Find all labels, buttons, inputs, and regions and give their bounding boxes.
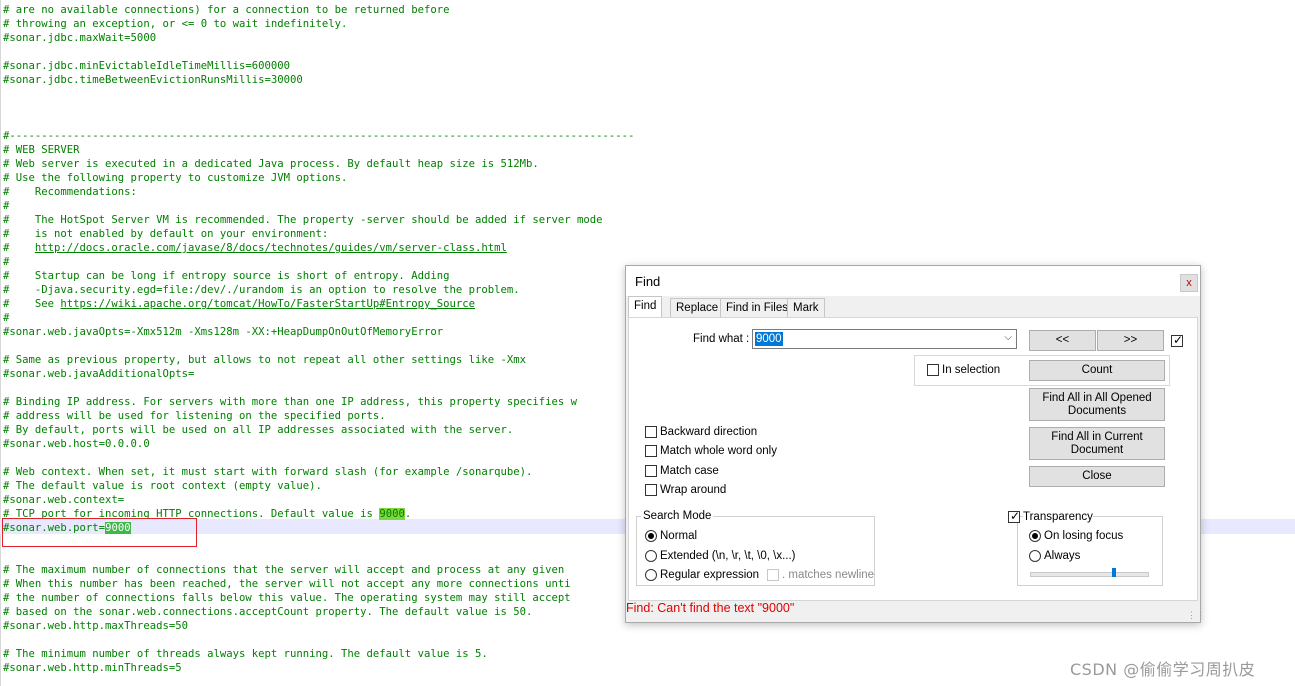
- code-line[interactable]: # The HotSpot Server VM is recommended. …: [3, 213, 603, 227]
- match-case-checkbox[interactable]: [645, 465, 657, 477]
- match-whole-word-label: Match whole word only: [660, 445, 777, 457]
- backward-direction-checkbox[interactable]: [645, 426, 657, 438]
- transparency-label: Transparency: [1023, 511, 1093, 523]
- code-text: # See: [3, 298, 61, 310]
- find-all-current-line1: Find All in Current: [1051, 430, 1143, 443]
- tab-replace[interactable]: Replace: [670, 298, 725, 318]
- code-line[interactable]: # The minimum number of threads always k…: [3, 647, 488, 661]
- find-all-opened-line2: Documents: [1067, 404, 1127, 417]
- code-line[interactable]: #sonar.web.javaAdditionalOpts=: [3, 367, 194, 381]
- find-what-input[interactable]: 9000 ⌵: [752, 329, 1017, 349]
- code-line[interactable]: #sonar.web.context=: [3, 493, 124, 507]
- match-whole-word-checkbox[interactable]: [645, 445, 657, 457]
- code-line[interactable]: # is not enabled by default on your envi…: [3, 227, 328, 241]
- matches-newline-checkbox[interactable]: [767, 569, 779, 581]
- status-message: Find: Can't find the text "9000": [626, 601, 795, 615]
- find-all-opened-button[interactable]: Find All in All Opened Documents: [1029, 388, 1165, 421]
- code-line[interactable]: # address will be used for listening on …: [3, 409, 386, 423]
- tab-mark[interactable]: Mark: [787, 298, 825, 318]
- mode-regex-label: Regular expression: [660, 569, 760, 581]
- search-match-highlight: 9000: [379, 508, 405, 520]
- code-line[interactable]: # The default value is root context (emp…: [3, 479, 322, 493]
- wrap-around-label: Wrap around: [660, 484, 727, 496]
- code-text: #: [3, 242, 35, 254]
- code-line[interactable]: # Use the following property to customiz…: [3, 171, 347, 185]
- tab-find[interactable]: Find: [628, 296, 663, 319]
- code-line[interactable]: # Binding IP address. For servers with m…: [3, 395, 577, 409]
- code-line[interactable]: # Web server is executed in a dedicated …: [3, 157, 539, 171]
- code-text: .: [404, 508, 412, 520]
- code-line[interactable]: # throwing an exception, or <= 0 to wait…: [3, 17, 347, 31]
- code-line[interactable]: #: [3, 255, 9, 269]
- two-buttons-mode-checkbox[interactable]: [1171, 333, 1183, 347]
- code-line[interactable]: #sonar.web.javaOpts=-Xmx512m -Xms128m -X…: [3, 325, 443, 339]
- code-line[interactable]: # Web context. When set, it must start w…: [3, 465, 532, 479]
- oracle-docs-link[interactable]: http://docs.oracle.com/javase/8/docs/tec…: [35, 242, 507, 254]
- code-line[interactable]: # are no available connections) for a co…: [3, 3, 449, 17]
- tab-find-in-files[interactable]: Find in Files: [720, 298, 794, 318]
- find-what-value: 9000: [755, 332, 783, 346]
- backward-direction-label: Backward direction: [660, 426, 758, 438]
- dialog-title: Find: [635, 274, 661, 289]
- mode-extended-label: Extended (\n, \r, \t, \0, \x...): [660, 550, 796, 562]
- code-line[interactable]: # WEB SERVER: [3, 143, 80, 157]
- code-line[interactable]: # -Djava.security.egd=file:/dev/./urando…: [3, 283, 520, 297]
- code-line[interactable]: #sonar.jdbc.minEvictableIdleTimeMillis=6…: [3, 59, 290, 73]
- on-losing-focus-label: On losing focus: [1044, 530, 1124, 542]
- code-line[interactable]: #sonar.web.http.maxThreads=50: [3, 619, 188, 633]
- code-line[interactable]: # based on the sonar.web.connections.acc…: [3, 605, 532, 619]
- code-line[interactable]: # See https://wiki.apache.org/tomcat/How…: [3, 297, 475, 311]
- in-selection-label: In selection: [942, 364, 1001, 376]
- mode-extended-radio[interactable]: [645, 550, 657, 562]
- transparency-checkbox[interactable]: [1008, 509, 1020, 523]
- always-radio[interactable]: [1029, 550, 1041, 562]
- code-line[interactable]: #: [3, 311, 9, 325]
- find-all-current-line2: Document: [1070, 443, 1124, 456]
- code-line[interactable]: # Recommendations:: [3, 185, 137, 199]
- resize-grip-icon[interactable]: ⋮⋮: [1187, 610, 1205, 621]
- find-dialog[interactable]: Find x Find Replace Find in Files Mark F…: [625, 265, 1205, 623]
- watermark: CSDN @偷偷学习周扒皮: [1070, 660, 1256, 679]
- code-line[interactable]: # Same as previous property, but allows …: [3, 353, 526, 367]
- count-button[interactable]: Count: [1029, 360, 1165, 381]
- code-line[interactable]: # The maximum number of connections that…: [3, 563, 564, 577]
- always-label: Always: [1044, 550, 1081, 562]
- code-line[interactable]: #sonar.web.http.minThreads=5: [3, 661, 182, 675]
- mode-normal-label: Normal: [660, 530, 698, 542]
- wrap-around-checkbox[interactable]: [645, 484, 657, 496]
- chevron-down-icon[interactable]: ⌵: [1004, 332, 1012, 343]
- code-line[interactable]: # When this number has been reached, the…: [3, 577, 571, 591]
- gutter-divider: [0, 0, 1, 686]
- search-mode-title: Search Mode: [641, 510, 714, 522]
- find-next-button[interactable]: >>: [1097, 330, 1164, 351]
- matches-newline-label: . matches newline: [782, 569, 875, 581]
- code-line[interactable]: # Startup can be long if entropy source …: [3, 269, 449, 283]
- code-line[interactable]: # By default, ports will be used on all …: [3, 423, 513, 437]
- code-line[interactable]: # the number of connections falls below …: [3, 591, 571, 605]
- in-selection-checkbox[interactable]: [927, 364, 939, 376]
- code-line[interactable]: # http://docs.oracle.com/javase/8/docs/t…: [3, 241, 507, 255]
- close-button[interactable]: Close: [1029, 466, 1165, 487]
- on-losing-focus-radio[interactable]: [1029, 530, 1041, 542]
- tomcat-wiki-link[interactable]: https://wiki.apache.org/tomcat/HowTo/Fas…: [60, 298, 475, 310]
- dialog-title-bar[interactable]: Find x: [626, 266, 1200, 296]
- code-line[interactable]: #sonar.jdbc.timeBetweenEvictionRunsMilli…: [3, 73, 303, 87]
- transparency-slider[interactable]: [1030, 572, 1149, 577]
- mode-normal-radio[interactable]: [645, 530, 657, 542]
- annotation-red-box: [2, 518, 197, 547]
- find-previous-button[interactable]: <<: [1029, 330, 1096, 351]
- code-line[interactable]: #---------------------------------------…: [3, 129, 634, 143]
- close-icon[interactable]: x: [1180, 274, 1198, 292]
- code-line[interactable]: #sonar.web.host=0.0.0.0: [3, 437, 150, 451]
- find-all-current-button[interactable]: Find All in Current Document: [1029, 427, 1165, 460]
- find-what-label: Find what :: [693, 333, 750, 345]
- find-all-opened-line1: Find All in All Opened: [1042, 391, 1152, 404]
- code-line[interactable]: #sonar.jdbc.maxWait=5000: [3, 31, 156, 45]
- transparency-slider-thumb[interactable]: [1112, 568, 1116, 577]
- match-case-label: Match case: [660, 465, 719, 477]
- mode-regex-radio[interactable]: [645, 569, 657, 581]
- code-line[interactable]: #: [3, 199, 9, 213]
